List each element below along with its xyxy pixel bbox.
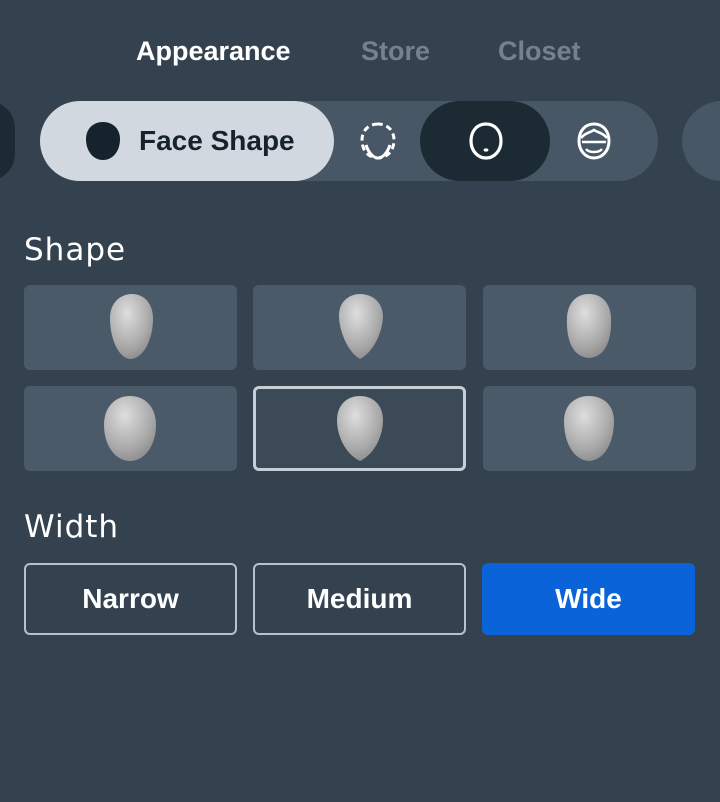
head-outline-icon [469, 122, 503, 160]
face-shape-preview-icon [564, 396, 614, 461]
shape-option-1[interactable] [24, 285, 237, 370]
face-shape-preview-icon [110, 294, 154, 359]
width-wide-button[interactable]: Wide [482, 563, 695, 635]
shape-section-title: Shape [24, 232, 127, 268]
width-section-title: Width [24, 509, 120, 545]
face-shape-preview-icon [566, 294, 612, 358]
face-shape-icon [86, 122, 120, 160]
category-hairline[interactable] [554, 101, 634, 181]
shape-option-3[interactable] [483, 285, 696, 370]
hairline-head-icon [577, 122, 611, 160]
category-face-shape-label: Face Shape [139, 125, 295, 156]
shape-option-4[interactable] [24, 386, 237, 471]
shape-option-5[interactable] [253, 386, 466, 471]
category-pill-next[interactable] [682, 101, 720, 181]
tab-appearance[interactable]: Appearance [136, 33, 291, 69]
category-jaw[interactable] [338, 101, 418, 181]
avatar-editor-panel: Appearance Store Closet Face Shape Shape… [0, 0, 720, 802]
category-face-shape[interactable]: Face Shape [40, 101, 334, 181]
category-head[interactable] [446, 101, 526, 181]
width-medium-button[interactable]: Medium [253, 563, 466, 635]
shape-option-6[interactable] [483, 386, 696, 471]
tab-store[interactable]: Store [361, 33, 430, 69]
tab-closet[interactable]: Closet [498, 33, 581, 69]
shape-option-2[interactable] [253, 285, 466, 370]
face-shape-preview-icon [339, 294, 383, 359]
jaw-outline-icon [360, 122, 396, 160]
face-shape-preview-icon [104, 396, 156, 461]
category-pill-previous[interactable] [0, 101, 15, 181]
width-narrow-button[interactable]: Narrow [24, 563, 237, 635]
face-shape-preview-icon [337, 396, 383, 461]
